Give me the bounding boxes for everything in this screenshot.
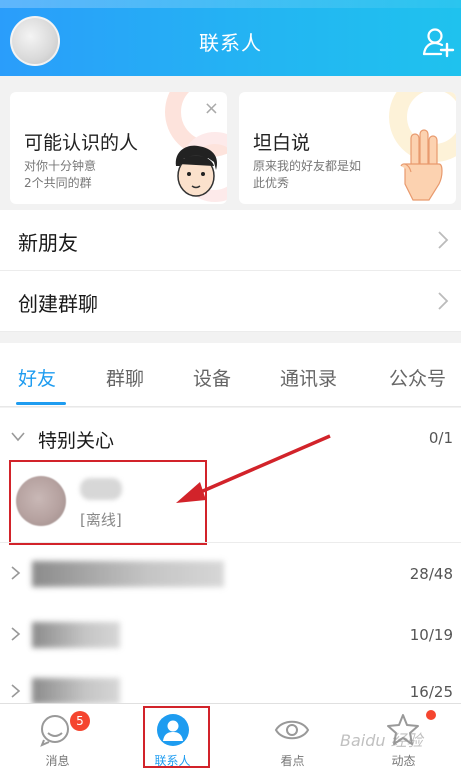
card-subtitle-line: 原来我的好友都是如	[253, 159, 362, 173]
new-friends-row[interactable]: 新朋友	[0, 210, 461, 271]
close-icon[interactable]: ×	[204, 98, 219, 119]
new-activity-dot	[426, 710, 436, 720]
chevron-right-icon	[11, 566, 21, 580]
status-bar	[0, 0, 461, 8]
contacts-menu: 新朋友 创建群聊	[0, 210, 461, 332]
recommendation-cards: 可能认识的人 对你十分钟意 2个共同的群 × 坦白说 原来我的好友都是如 此优秀	[0, 76, 461, 210]
cartoon-face-icon	[175, 145, 218, 197]
menu-label: 新朋友	[18, 231, 78, 255]
group-count: 16/25	[409, 683, 453, 701]
card-subtitle-line: 对你十分钟意	[24, 159, 97, 173]
group-header-collapsed[interactable]: 10/19	[0, 613, 461, 657]
group-count: 28/48	[409, 565, 453, 583]
tab-official-accounts[interactable]: 公众号	[389, 364, 446, 391]
group-name: 特别关心	[38, 430, 115, 452]
candid-talk-card[interactable]: 坦白说 原来我的好友都是如 此优秀	[239, 92, 456, 204]
card-subtitle: 原来我的好友都是如 此优秀	[253, 158, 361, 192]
unread-badge: 5	[70, 711, 90, 731]
card-title: 坦白说	[253, 132, 311, 154]
tab-groups[interactable]: 群聊	[106, 364, 144, 391]
contact-tabs: 好友 群聊 设备 通讯录 公众号	[0, 343, 461, 407]
chevron-right-icon	[438, 231, 449, 249]
chevron-down-icon	[11, 432, 25, 442]
divider	[0, 542, 461, 543]
chevron-right-icon	[11, 684, 21, 698]
chevron-right-icon	[438, 292, 449, 310]
tab-devices[interactable]: 设备	[193, 364, 231, 391]
add-contact-icon[interactable]	[421, 24, 455, 58]
group-header-special[interactable]: 特别关心 0/1	[0, 416, 461, 460]
page-title: 联系人	[199, 31, 262, 55]
chevron-right-icon	[11, 627, 21, 641]
annotation-highlight-box	[143, 706, 210, 768]
group-count: 10/19	[409, 626, 453, 644]
card-title: 可能认识的人	[24, 132, 139, 154]
nav-label: 看点	[280, 754, 305, 768]
nav-watch[interactable]: 看点	[235, 704, 350, 773]
friend-list: 特别关心 0/1 [离线] 28/48 10/19 16/25	[0, 408, 461, 708]
group-name-blurred	[32, 561, 224, 587]
watermark: Baidu 经验	[340, 731, 423, 750]
group-count: 0/1	[428, 429, 453, 447]
top-bar: 联系人	[0, 0, 461, 76]
group-name-blurred	[32, 678, 120, 704]
nav-messages[interactable]: 5 消息	[0, 704, 115, 773]
group-header-collapsed[interactable]: 28/48	[0, 552, 461, 596]
people-you-may-know-card[interactable]: 可能认识的人 对你十分钟意 2个共同的群 ×	[10, 92, 227, 204]
tab-friends[interactable]: 好友	[18, 364, 56, 391]
eye-icon	[274, 720, 310, 740]
card-subtitle: 对你十分钟意 2个共同的群	[24, 158, 96, 192]
active-tab-indicator	[16, 402, 66, 405]
annotation-highlight-box	[9, 460, 207, 545]
nav-label: 动态	[391, 754, 416, 768]
group-name-blurred	[32, 622, 120, 648]
create-group-chat-row[interactable]: 创建群聊	[0, 271, 461, 332]
nav-label: 消息	[45, 754, 70, 768]
card-subtitle-line: 2个共同的群	[24, 176, 92, 190]
menu-label: 创建群聊	[18, 292, 98, 316]
tab-address-book[interactable]: 通讯录	[280, 364, 337, 391]
card-subtitle-line: 此优秀	[253, 176, 290, 190]
hand-gesture-icon	[400, 129, 443, 201]
